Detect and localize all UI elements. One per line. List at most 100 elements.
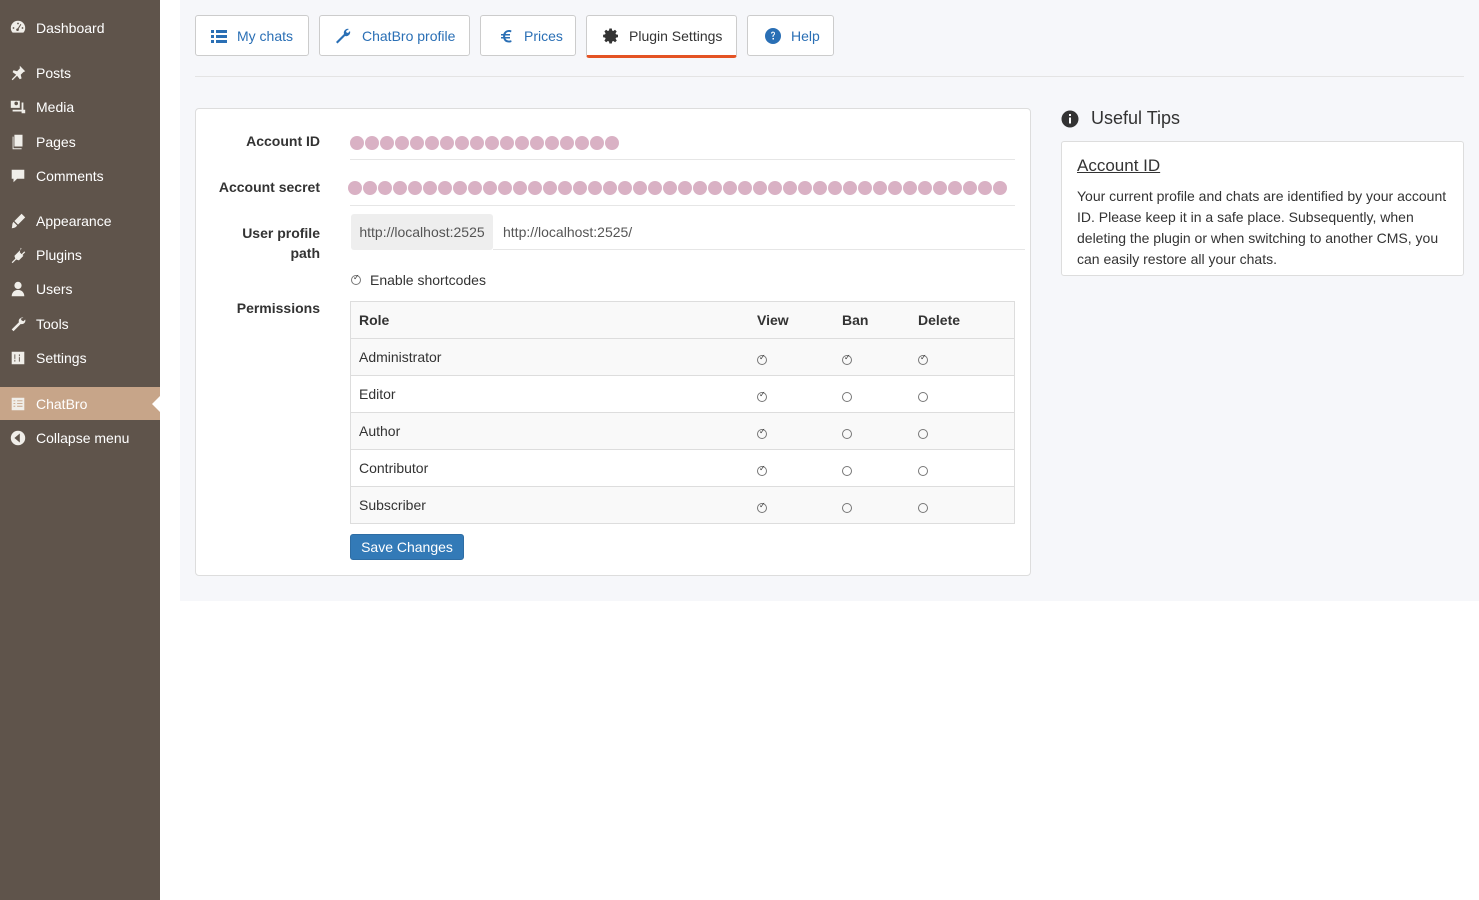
role-name: Author: [350, 412, 749, 450]
list-icon: [210, 27, 228, 45]
user-profile-path-prefix: http://localhost:2525: [351, 214, 493, 250]
column-header-role: Role: [359, 312, 390, 328]
user-profile-path-label: User profile path: [242, 225, 320, 261]
sidebar-item-settings[interactable]: Settings: [0, 341, 160, 375]
tab-help[interactable]: Help: [747, 15, 834, 56]
sidebar-item-label: Appearance: [36, 213, 112, 229]
tab-plugin-settings[interactable]: Plugin Settings: [586, 15, 737, 58]
sidebar-item-collapse[interactable]: Collapse menu: [0, 421, 160, 455]
role-name: Editor: [350, 375, 749, 413]
brush-icon: [8, 211, 28, 231]
enable-shortcodes-label: Enable shortcodes: [370, 272, 486, 288]
view-checkbox[interactable]: [757, 390, 767, 403]
dashboard-icon: [8, 18, 28, 38]
save-changes-button[interactable]: Save Changes: [350, 534, 464, 560]
table-row: Author: [350, 412, 1015, 450]
permissions-table: Role View Ban Delete Administrator Edito…: [350, 301, 1015, 524]
user-icon: [8, 279, 28, 299]
permissions-label: Permissions: [236, 300, 320, 316]
account-secret-label: Account secret: [218, 179, 320, 195]
user-profile-path-input[interactable]: http://localhost:2525/: [503, 224, 632, 240]
sidebar-item-label: Posts: [36, 65, 72, 81]
admin-sidebar: Dashboard Posts Media Pages Comments App…: [0, 0, 160, 900]
sidebar-item-tools[interactable]: Tools: [0, 307, 160, 341]
tab-my-chats[interactable]: My chats: [195, 15, 309, 56]
delete-checkbox[interactable]: [918, 392, 928, 403]
delete-checkbox[interactable]: [918, 503, 928, 514]
pin-icon: [8, 63, 28, 83]
sidebar-item-pages[interactable]: Pages: [0, 125, 160, 159]
sidebar-item-dashboard[interactable]: Dashboard: [0, 11, 160, 45]
tab-label: Prices: [524, 27, 563, 44]
sidebar-item-posts[interactable]: Posts: [0, 56, 160, 90]
chatbro-icon: [8, 394, 28, 414]
account-id-label: Account ID: [246, 133, 320, 149]
sidebar-item-users[interactable]: Users: [0, 272, 160, 306]
column-header-delete: Delete: [918, 312, 961, 328]
role-name: Administrator: [350, 338, 749, 376]
view-checkbox[interactable]: [757, 464, 767, 477]
ban-checkbox[interactable]: [842, 503, 852, 514]
sidebar-item-appearance[interactable]: Appearance: [0, 204, 160, 238]
gear-icon: [602, 27, 620, 45]
tab-label: My chats: [237, 27, 294, 44]
sidebar-item-media[interactable]: Media: [0, 90, 160, 124]
ban-checkbox[interactable]: [842, 466, 852, 477]
sidebar-item-label: Users: [36, 281, 73, 297]
table-row: Administrator: [350, 338, 1015, 376]
account-id-value[interactable]: [350, 136, 619, 150]
wrench-icon: [334, 27, 352, 45]
pages-icon: [8, 132, 28, 152]
collapse-icon: [8, 428, 28, 448]
view-checkbox[interactable]: [757, 353, 767, 366]
delete-checkbox[interactable]: [918, 353, 928, 366]
sidebar-item-label: Tools: [36, 316, 69, 332]
useful-tips-title: Useful Tips: [1091, 108, 1181, 128]
euro-icon: [497, 27, 515, 45]
wrench-icon: [8, 314, 28, 334]
account-secret-value[interactable]: [348, 181, 1014, 195]
view-checkbox[interactable]: [757, 501, 767, 514]
tips-box: Account ID Your current profile and chat…: [1061, 141, 1464, 276]
tab-chatbro-profile[interactable]: ChatBro profile: [319, 15, 470, 56]
table-row: Subscriber: [350, 486, 1015, 524]
question-icon: [764, 27, 782, 45]
tab-label: Help: [791, 27, 820, 44]
sidebar-item-chatbro[interactable]: ChatBro: [0, 387, 160, 420]
table-row: Editor: [350, 375, 1015, 413]
column-header-ban: Ban: [842, 312, 869, 328]
sidebar-item-label: Pages: [36, 134, 76, 150]
tabs-divider: [195, 76, 1464, 77]
tip-text: Your current profile and chats are ident…: [1077, 188, 1447, 267]
table-row: Contributor: [350, 449, 1015, 487]
sidebar-item-label: Dashboard: [36, 20, 105, 36]
ban-checkbox[interactable]: [842, 392, 852, 403]
view-checkbox[interactable]: [757, 427, 767, 440]
sliders-icon: [8, 348, 28, 368]
sidebar-item-label: Comments: [36, 168, 104, 184]
sidebar-item-comments[interactable]: Comments: [0, 159, 160, 193]
sidebar-item-label: ChatBro: [36, 395, 88, 412]
plug-icon: [8, 245, 28, 265]
delete-checkbox[interactable]: [918, 429, 928, 440]
tab-label: Plugin Settings: [629, 27, 723, 44]
sidebar-item-label: Settings: [36, 350, 87, 366]
sidebar-item-plugins[interactable]: Plugins: [0, 238, 160, 272]
ban-checkbox[interactable]: [842, 353, 852, 366]
table-header-row: Role View Ban Delete: [350, 301, 1015, 339]
useful-tips-heading: Useful Tips: [1061, 108, 1180, 129]
sidebar-item-label: Media: [36, 99, 75, 115]
delete-checkbox[interactable]: [918, 466, 928, 477]
sidebar-item-label: Collapse menu: [36, 430, 130, 446]
media-icon: [8, 97, 28, 117]
enable-shortcodes-checkbox[interactable]: [351, 273, 361, 285]
tab-prices[interactable]: Prices: [480, 15, 576, 56]
tip-heading: Account ID: [1077, 156, 1161, 175]
ban-checkbox[interactable]: [842, 429, 852, 440]
settings-panel: Account ID Account secret User profile pa…: [195, 108, 1031, 576]
role-name: Contributor: [350, 449, 749, 487]
role-name: Subscriber: [350, 486, 749, 524]
info-icon: [1061, 110, 1079, 127]
column-header-view: View: [757, 312, 789, 328]
tab-label: ChatBro profile: [362, 27, 456, 44]
